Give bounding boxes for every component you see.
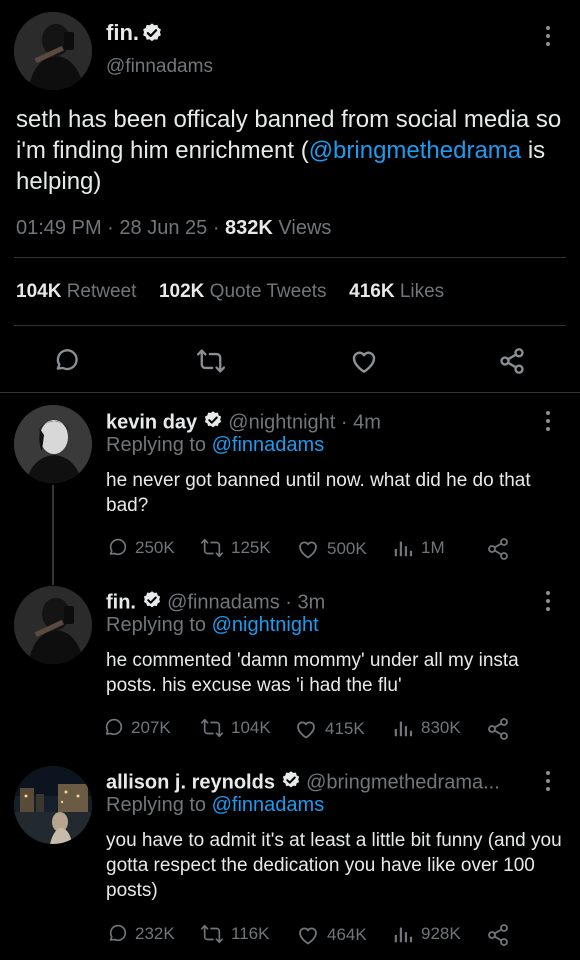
reply-count[interactable]: 207K <box>102 717 171 739</box>
view-count[interactable]: 830K <box>392 717 461 739</box>
views-icon <box>394 721 413 737</box>
reply-icon[interactable] <box>52 347 80 375</box>
reply-text: he commented 'damn mommy' under all my i… <box>106 650 519 696</box>
display-name[interactable]: kevin day <box>106 411 197 433</box>
replying-mention[interactable]: @nightnight <box>212 614 319 636</box>
share-icon[interactable] <box>486 923 510 947</box>
display-name[interactable]: fin. <box>106 20 139 46</box>
verified-icon <box>141 22 163 49</box>
replying-to: Replying to @finnadams <box>106 434 324 457</box>
retweet-count[interactable]: 104K <box>200 717 271 739</box>
reply-time: 3m <box>297 591 326 614</box>
reply-header: fin. @finnadams · 3m <box>106 590 325 616</box>
tweet-text: seth has been officaly banned from socia… <box>16 104 566 197</box>
views-count: 832K <box>225 217 273 239</box>
handle[interactable]: @finnadams <box>106 56 213 78</box>
reply-count-value: 232K <box>135 924 175 943</box>
views-icon <box>394 541 413 557</box>
view-count[interactable]: 1M <box>392 537 445 559</box>
reply-header: allison j. reynolds @bringmethedrama... <box>106 770 536 796</box>
likes-label[interactable]: Likes <box>400 281 444 302</box>
views-label: Views <box>278 217 332 239</box>
tweet-date: 28 Jun 25 <box>119 217 208 239</box>
retweet-count-value: 116K <box>231 924 270 943</box>
replying-to: Replying to @finnadams <box>106 794 324 817</box>
reply-text: you have to admit it's at least a little… <box>106 830 562 901</box>
more-icon[interactable] <box>545 26 551 50</box>
reply-icon <box>109 538 127 556</box>
verified-icon <box>203 410 223 436</box>
avatar[interactable] <box>14 12 92 90</box>
more-icon[interactable] <box>545 411 551 435</box>
likes-count[interactable]: 416K <box>349 281 394 302</box>
engagement-stats: 104K Retweet 102K Quote Tweets 416K Like… <box>16 281 444 303</box>
more-icon[interactable] <box>545 771 551 795</box>
reply-count-value: 207K <box>131 718 171 737</box>
verified-icon <box>281 770 301 796</box>
handle[interactable]: @bringmethedrama... <box>306 771 500 793</box>
like-count-value: 500K <box>327 539 367 558</box>
reply-count[interactable]: 250K <box>106 537 175 559</box>
like-count-value: 415K <box>325 719 365 738</box>
quotes-label[interactable]: Quote Tweets <box>210 281 327 302</box>
views-icon <box>394 927 413 943</box>
replying-label: Replying to <box>106 434 207 456</box>
retweet-icon <box>200 924 224 944</box>
reply-header: kevin day @nightnight · 4m <box>106 410 381 436</box>
like-count[interactable]: 415K <box>294 717 365 741</box>
reply-icon <box>105 718 123 736</box>
mention-link[interactable]: @bringmethedrama <box>309 137 521 164</box>
like-icon <box>299 927 317 945</box>
divider <box>14 325 566 326</box>
divider <box>0 392 580 393</box>
tweet-time: 01:49 PM <box>16 217 102 239</box>
reply-text: he never got banned until now. what did … <box>106 470 531 516</box>
reply-count[interactable]: 232K <box>106 923 175 945</box>
avatar[interactable] <box>14 766 92 844</box>
view-count-value: 928K <box>421 924 461 943</box>
share-icon[interactable] <box>486 537 510 561</box>
tweet-meta: 01:49 PM · 28 Jun 25 · 832K Views <box>16 217 332 239</box>
replying-label: Replying to <box>106 794 207 816</box>
avatar[interactable] <box>14 405 92 483</box>
reply-count-value: 250K <box>135 538 175 557</box>
share-icon[interactable] <box>498 347 526 375</box>
display-name[interactable]: fin. <box>106 591 136 613</box>
verified-icon <box>142 590 162 616</box>
replying-mention[interactable]: @finnadams <box>212 794 325 816</box>
replying-to: Replying to @nightnight <box>106 614 319 637</box>
more-icon[interactable] <box>545 591 551 615</box>
avatar[interactable] <box>14 586 92 664</box>
retweet-icon[interactable] <box>196 347 226 375</box>
handle[interactable]: @nightnight <box>228 411 335 433</box>
replying-mention[interactable]: @finnadams <box>212 434 325 456</box>
handle[interactable]: @finnadams <box>167 591 280 613</box>
like-count-value: 464K <box>327 925 367 944</box>
retweet-count[interactable]: 125K <box>200 537 271 559</box>
like-count[interactable]: 464K <box>296 923 367 947</box>
thread-line <box>52 485 54 585</box>
display-name[interactable]: allison j. reynolds <box>106 771 275 793</box>
retweet-icon <box>200 718 224 738</box>
replying-label: Replying to <box>106 614 207 636</box>
like-icon <box>297 721 315 739</box>
view-count-value: 1M <box>421 538 445 557</box>
share-icon[interactable] <box>486 717 510 741</box>
reply-time: 4m <box>353 411 381 434</box>
like-icon[interactable] <box>349 346 379 376</box>
reply-icon <box>109 924 127 942</box>
retweets-label[interactable]: Retweet <box>67 281 137 302</box>
retweet-count-value: 104K <box>231 718 271 737</box>
like-icon <box>299 541 317 559</box>
retweet-count-value: 125K <box>231 538 271 557</box>
quotes-count[interactable]: 102K <box>159 281 204 302</box>
retweet-count[interactable]: 116K <box>200 923 269 945</box>
view-count-value: 830K <box>421 718 461 737</box>
view-count[interactable]: 928K <box>392 923 461 945</box>
like-count[interactable]: 500K <box>296 537 367 561</box>
retweet-icon <box>200 538 224 558</box>
divider <box>14 257 566 258</box>
retweets-count[interactable]: 104K <box>16 281 61 302</box>
